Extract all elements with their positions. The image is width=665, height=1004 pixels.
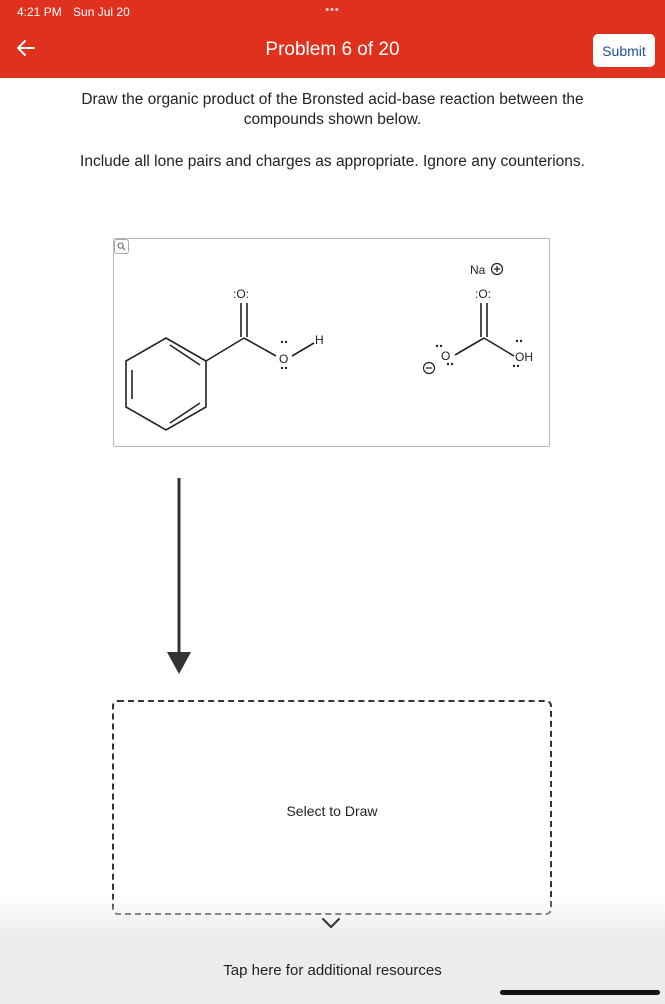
instruction-text: Draw the organic product of the Bronsted…	[81, 91, 584, 128]
acid-hydrogen: H	[315, 333, 324, 347]
positive-charge-icon	[490, 262, 504, 276]
base-anion-oxygen: O	[441, 349, 450, 363]
instruction-note: Include all lone pairs and charges as ap…	[80, 153, 585, 170]
magnifier-icon[interactable]	[114, 239, 129, 254]
home-indicator	[500, 990, 660, 995]
draw-canvas-label: Select to Draw	[286, 803, 378, 819]
acid-hydroxyl-oxygen: O	[279, 352, 288, 366]
base-hydroxyl: OH	[515, 350, 533, 364]
negative-charge-icon	[422, 361, 436, 375]
chevron-down-icon[interactable]	[319, 916, 343, 930]
reactants-structure: Na :O: O H :O: O OH	[125, 262, 533, 431]
base-carbonyl-oxygen: :O:	[475, 287, 491, 301]
resources-label[interactable]: Tap here for additional resources	[0, 962, 665, 979]
sodium-label: Na	[470, 263, 486, 277]
top-bar: 4:21 PM Sun Jul 20 ••• Problem 6 of 20 S…	[0, 0, 665, 78]
acid-carbonyl-oxygen: :O:	[233, 287, 249, 301]
page-title: Problem 6 of 20	[265, 39, 400, 60]
reaction-arrow-icon	[167, 478, 191, 674]
submit-button[interactable]: Submit	[593, 34, 655, 67]
reactants-panel[interactable]: Na :O: O H :O: O OH	[113, 238, 550, 447]
more-dots-icon[interactable]: •••	[0, 4, 665, 16]
draw-canvas[interactable]: Select to Draw	[112, 700, 552, 915]
